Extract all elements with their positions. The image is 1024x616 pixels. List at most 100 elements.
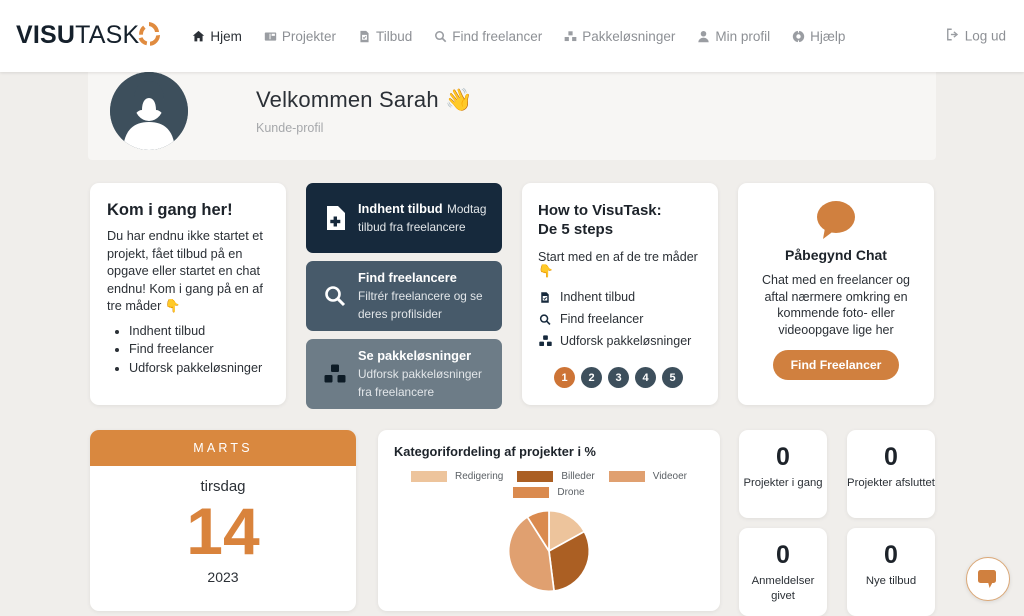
calendar-card: MARTS tirsdag 14 2023 — [90, 430, 356, 611]
search-icon — [538, 313, 552, 326]
stat-value: 0 — [739, 444, 827, 471]
legend-item-drone[interactable]: Drone — [513, 487, 584, 498]
search-icon — [434, 30, 447, 43]
chat-card: Påbegynd Chat Chat med en freelancer og … — [738, 183, 934, 405]
pie-chart — [394, 509, 704, 593]
chart-legend: Redigering Billeder Videoer Drone — [394, 471, 704, 503]
calendar-year: 2023 — [90, 569, 356, 585]
action-title: Find freelancere — [358, 270, 457, 285]
stat-label: Projekter afsluttet — [847, 476, 935, 491]
list-item: Indhent tilbud — [129, 322, 269, 341]
legend-label: Redigering — [455, 471, 503, 482]
howto-step-list: Indhent tilbud Find freelancer Udforsk p… — [538, 290, 702, 348]
action-card-find-freelancere[interactable]: Find freelancere Filtrér freelancere og … — [306, 261, 502, 331]
user-avatar-placeholder — [110, 72, 188, 150]
user-icon — [697, 30, 710, 43]
pagination-dot-1[interactable]: 1 — [554, 367, 575, 388]
calendar-month: MARTS — [90, 430, 356, 466]
nav-label: Hjælp — [810, 29, 845, 44]
top-navbar: VISUTASK Hjem Projekter Tilbud Find free… — [0, 0, 1024, 72]
nav-item-find-freelancer[interactable]: Find freelancer — [434, 29, 542, 44]
chat-fab-button[interactable] — [966, 557, 1010, 601]
sign-out-icon — [946, 28, 960, 45]
legend-label: Billeder — [561, 471, 594, 482]
nav-label: Hjem — [210, 29, 242, 44]
chat-card-title: Påbegynd Chat — [754, 247, 918, 263]
logout-button[interactable]: Log ud — [946, 28, 1006, 45]
find-freelancer-button[interactable]: Find Freelancer — [773, 350, 900, 380]
nav-label: Min profil — [715, 29, 770, 44]
legend-label: Videoer — [653, 471, 687, 482]
nav-item-projekter[interactable]: Projekter — [264, 29, 336, 44]
legend-label: Drone — [557, 487, 584, 498]
stat-card-anmeldelser-givet: 0 Anmeldelser givet — [739, 528, 827, 616]
chat-bubble-icon — [754, 199, 918, 241]
get-started-list: Indhent tilbud Find freelancer Udforsk p… — [129, 322, 269, 378]
brand-swirl-icon — [134, 21, 164, 51]
chat-card-body: Chat med en freelancer og aftal nærmere … — [754, 272, 918, 338]
stat-card-nye-tilbud: 0 Nye tilbud — [847, 528, 935, 616]
calendar-weekday: tirsdag — [90, 478, 356, 495]
action-cards: Indhent tilbud Modtag tilbud fra freelan… — [306, 183, 502, 417]
howto-step-find-freelancer[interactable]: Find freelancer — [538, 312, 702, 326]
brand-logo[interactable]: VISUTASK — [16, 21, 164, 51]
legend-swatch — [513, 487, 549, 498]
howto-title-line2: De 5 steps — [538, 220, 702, 239]
legend-swatch — [411, 471, 447, 482]
action-title: Indhent tilbud — [358, 201, 443, 216]
nav-label: Tilbud — [376, 29, 412, 44]
nav-label: Pakkeløsninger — [582, 29, 675, 44]
avatar[interactable] — [110, 72, 188, 150]
nav-item-hjaelp[interactable]: Hjælp — [792, 29, 845, 44]
boxes-icon — [318, 364, 352, 384]
action-desc: Udforsk pakkeløsninger fra freelancere — [358, 367, 482, 399]
offer-document-icon — [538, 291, 552, 304]
pagination-dot-3[interactable]: 3 — [608, 367, 629, 388]
pagination-dot-5[interactable]: 5 — [662, 367, 683, 388]
howto-card: How to VisuTask: De 5 steps Start med en… — [522, 183, 718, 405]
howto-step-udforsk-pakkeloesninger[interactable]: Udforsk pakkeløsninger — [538, 334, 702, 348]
boxes-icon — [564, 30, 577, 43]
home-icon — [192, 30, 205, 43]
howto-step-indhent-tilbud[interactable]: Indhent tilbud — [538, 290, 702, 304]
legend-item-videoer[interactable]: Videoer — [609, 471, 687, 482]
stat-value: 0 — [739, 542, 827, 569]
nav-item-tilbud[interactable]: Tilbud — [358, 29, 412, 44]
file-plus-icon — [318, 206, 352, 230]
legend-item-billeder[interactable]: Billeder — [517, 471, 594, 482]
howto-step-label: Indhent tilbud — [560, 290, 635, 304]
list-item: Udforsk pakkeløsninger — [129, 359, 269, 378]
pagination-dot-2[interactable]: 2 — [581, 367, 602, 388]
action-card-indhent-tilbud[interactable]: Indhent tilbud Modtag tilbud fra freelan… — [306, 183, 502, 253]
nav-item-pakkeloesninger[interactable]: Pakkeløsninger — [564, 29, 675, 44]
profile-type-label: Kunde-profil — [256, 121, 473, 135]
nav-item-min-profil[interactable]: Min profil — [697, 29, 770, 44]
stat-label: Anmeldelser givet — [739, 574, 827, 604]
action-desc: Filtrér freelancere og se deres profilsi… — [358, 289, 483, 321]
list-item: Find freelancer — [129, 340, 269, 359]
stat-value: 0 — [847, 444, 935, 471]
legend-swatch — [609, 471, 645, 482]
brand-text-bold: VISU — [16, 21, 75, 50]
chart-title: Kategorifordeling af projekter i % — [394, 444, 704, 459]
category-distribution-chart-card: Kategorifordeling af projekter i % Redig… — [378, 430, 720, 611]
action-card-se-pakkeloesninger[interactable]: Se pakkeløsninger Udforsk pakkeløsninger… — [306, 339, 502, 409]
search-icon — [318, 285, 352, 307]
welcome-panel: Velkommen Sarah 👋 Kunde-profil — [88, 62, 936, 160]
boxes-icon — [538, 335, 552, 347]
logout-label: Log ud — [965, 29, 1006, 44]
nav-label: Find freelancer — [452, 29, 542, 44]
howto-lead: Start med en af de tre måder 👇 — [538, 250, 702, 279]
get-started-title: Kom i gang her! — [107, 201, 269, 220]
offer-document-icon — [358, 30, 371, 43]
legend-item-redigering[interactable]: Redigering — [411, 471, 503, 482]
howto-pagination: 1 2 3 4 5 — [554, 367, 683, 388]
howto-step-label: Udforsk pakkeløsninger — [560, 334, 691, 348]
stat-card-projekter-i-gang: 0 Projekter i gang — [739, 430, 827, 518]
nav-item-hjem[interactable]: Hjem — [192, 29, 242, 44]
projects-icon — [264, 30, 277, 43]
howto-step-label: Find freelancer — [560, 312, 643, 326]
page-title: Velkommen Sarah 👋 — [256, 87, 473, 113]
nav-links: Hjem Projekter Tilbud Find freelancer Pa… — [192, 29, 845, 44]
pagination-dot-4[interactable]: 4 — [635, 367, 656, 388]
